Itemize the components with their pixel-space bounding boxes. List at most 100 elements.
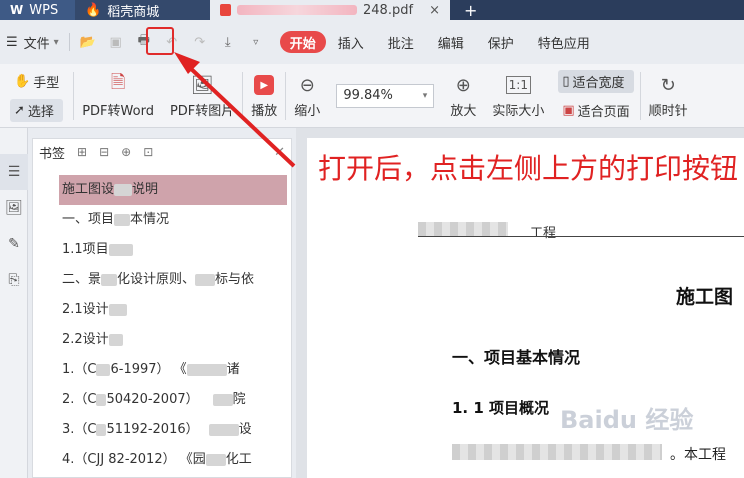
- doc-heading-subsection: 1. 1 项目概况: [452, 399, 550, 417]
- ribbon-tab-start[interactable]: 开始: [279, 31, 326, 53]
- ribbon-tab-edit[interactable]: 编辑: [426, 28, 476, 56]
- bookmark-item[interactable]: 1.1项目: [59, 235, 287, 265]
- open-folder-icon[interactable]: 📂: [74, 28, 102, 56]
- actual-size-icon: 1:1: [505, 76, 531, 94]
- ribbon-tab-special[interactable]: 特色应用: [526, 28, 602, 56]
- bookmark-icon[interactable]: ⊡: [143, 145, 153, 159]
- bookmark-item[interactable]: 3.（C 51192-2016）设: [59, 415, 287, 445]
- zoom-in-icon: ⊕: [455, 74, 471, 96]
- thumbnail-panel-icon[interactable]: 🖼: [0, 190, 28, 226]
- bookmark-item[interactable]: 一、项目 本情况: [59, 205, 287, 235]
- doc-header-rule: [418, 236, 744, 237]
- hand-tool-button[interactable]: ✋ 手型: [10, 70, 63, 93]
- export-icon[interactable]: ⤓: [214, 28, 242, 56]
- annotation-panel-icon[interactable]: ✎: [0, 226, 28, 262]
- zoom-out-button[interactable]: ⊖ 缩小: [286, 66, 328, 126]
- play-icon: ▶: [254, 72, 275, 98]
- redo-icon[interactable]: ↷: [186, 28, 214, 56]
- print-highlight-box: [146, 27, 174, 55]
- actual-size-label: 实际大小: [492, 104, 545, 119]
- select-tool-label: 选择: [27, 104, 54, 120]
- bookmark-panel-title: 书签: [39, 146, 66, 162]
- chevron-down-icon: ▾: [53, 36, 59, 48]
- zoom-in-button[interactable]: ⊕ 放大: [442, 66, 484, 126]
- attachment-panel-icon[interactable]: ⎘: [0, 262, 28, 298]
- chevron-down-icon: ▾: [422, 90, 428, 101]
- zoom-in-label: 放大: [450, 104, 477, 119]
- pdf-to-image-button[interactable]: 🖼 PDF转图片: [162, 66, 242, 126]
- more-chevron-icon[interactable]: ▿: [242, 28, 270, 56]
- tab-wps-home[interactable]: W WPS: [0, 0, 75, 20]
- fit-group: ▯ 适合宽度 ▣ 适合页面: [552, 69, 639, 122]
- tab-doc-label: 248.pdf: [363, 2, 414, 18]
- rotate-clockwise-button[interactable]: ↻ 顺时针: [641, 66, 696, 126]
- collapse-all-icon[interactable]: ⊟: [99, 145, 109, 159]
- bookmark-item[interactable]: 二、景 化设计原则、 标与依: [59, 265, 287, 295]
- ribbon-toolbar: ✋ 手型 ➚ 选择 🗎 PDF转Word 🖼 PDF转图片 ▶ 播放 ⊖ 缩小 …: [0, 64, 744, 128]
- rotate-clockwise-icon: ↻: [660, 74, 676, 96]
- fit-width-icon: ▯: [562, 73, 570, 89]
- zoom-out-label: 缩小: [294, 104, 321, 119]
- left-side-strip: ☰ 🖼 ✎ ⎘: [0, 128, 28, 478]
- cursor-arrow-icon: ➚: [14, 102, 25, 118]
- tab-bar: W WPS 🔥 稻壳商城 248.pdf × +: [0, 0, 744, 20]
- bookmark-item[interactable]: 2.（C 50420-2007）院: [59, 385, 287, 415]
- rotate-clockwise-label: 顺时针: [648, 104, 688, 119]
- hamburger-icon: ☰: [6, 34, 18, 50]
- tab-docer-store[interactable]: 🔥 稻壳商城: [75, 0, 210, 20]
- actual-size-button[interactable]: 1:1 实际大小: [484, 66, 552, 126]
- image-icon: 🖼: [190, 74, 214, 96]
- wps-logo-icon: W: [10, 3, 24, 17]
- fit-width-button[interactable]: ▯ 适合宽度: [558, 69, 634, 93]
- close-tab-icon[interactable]: ×: [429, 3, 440, 18]
- cursor-mode-group: ✋ 手型 ➚ 选择: [0, 70, 73, 122]
- doc-top-text: 工程: [530, 226, 557, 241]
- zoom-level-select[interactable]: 99.84% ▾: [336, 83, 435, 108]
- pdf-to-word-button[interactable]: 🗎 PDF转Word: [74, 66, 162, 126]
- bookmark-panel-icon[interactable]: ☰: [0, 154, 28, 190]
- add-tab-icon[interactable]: +: [450, 0, 491, 20]
- pdf-to-image-label: PDF转图片: [169, 104, 235, 119]
- pdf-file-icon: [220, 4, 231, 16]
- pdf-to-word-label: PDF转Word: [82, 104, 154, 119]
- bookmark-item[interactable]: 4.（CJJ 82-2012） 《园 化工: [59, 445, 287, 475]
- zoom-out-icon: ⊖: [299, 74, 315, 96]
- tab-shop-label: 稻壳商城: [107, 4, 160, 20]
- bookmark-item[interactable]: 施工图设 说明: [59, 175, 287, 205]
- hand-tool-label: 手型: [33, 75, 60, 91]
- expand-all-icon[interactable]: ⊞: [77, 145, 87, 159]
- file-menu-button[interactable]: ☰ 文件 ▾: [0, 28, 65, 56]
- fit-page-button[interactable]: ▣ 适合页面: [558, 99, 633, 122]
- bookmark-list: 施工图设 说明 一、项目 本情况 1.1项目 二、景 化设计原则、 标与依 2.1设计 …: [33, 175, 291, 475]
- bookmark-panel-header: 书签 ⊞ ⊟ ⊕ ⊡ ✕: [33, 139, 291, 165]
- fit-width-label: 适合宽度: [572, 75, 625, 91]
- doc-heading-section: 一、项目基本情况: [452, 348, 581, 367]
- ribbon-tab-protect[interactable]: 保护: [476, 28, 526, 56]
- blurred-filename: [237, 5, 357, 15]
- select-tool-button[interactable]: ➚ 选择: [10, 98, 64, 122]
- menu-row: ☰ 文件 ▾ 📂 ▣ 🖶 ↶ ↷ ⤓ ▿ 开始 插入 批注 编辑 保护 特色应用: [0, 20, 744, 64]
- ribbon-tab-insert[interactable]: 插入: [326, 28, 376, 56]
- close-panel-icon[interactable]: ✕: [274, 145, 285, 160]
- doc-body-text: 。本工程: [670, 447, 726, 463]
- bookmark-item[interactable]: 2.1设计: [59, 295, 287, 325]
- ribbon-tab-annotate[interactable]: 批注: [376, 28, 426, 56]
- divider: [68, 33, 70, 51]
- play-button[interactable]: ▶ 播放: [243, 66, 285, 126]
- save-icon[interactable]: ▣: [102, 28, 130, 56]
- bookmark-item[interactable]: 2.2设计: [59, 325, 287, 355]
- hand-icon: ✋: [14, 73, 31, 89]
- pdf-to-word-icon: 🗎: [110, 72, 126, 93]
- tab-pdf-document[interactable]: 248.pdf ×: [210, 0, 450, 20]
- blurred-text: [418, 222, 508, 236]
- add-bookmark-icon[interactable]: ⊕: [121, 145, 131, 159]
- fit-page-label: 适合页面: [577, 104, 630, 120]
- bookmark-panel: 书签 ⊞ ⊟ ⊕ ⊡ ✕ 施工图设 说明 一、项目 本情况 1.1项目 二、景 化设计…: [32, 138, 292, 478]
- file-menu-label: 文件: [23, 36, 50, 52]
- bookmark-item[interactable]: 1.（C 6-1997） 《诸: [59, 355, 287, 385]
- doc-title: 施工图: [676, 286, 734, 308]
- blurred-text: [452, 444, 662, 460]
- baidu-watermark: Baidu 经验: [560, 406, 694, 434]
- fit-page-icon: ▣: [562, 102, 575, 118]
- annotation-text: 打开后，点击左侧上方的打印按钮: [318, 152, 739, 185]
